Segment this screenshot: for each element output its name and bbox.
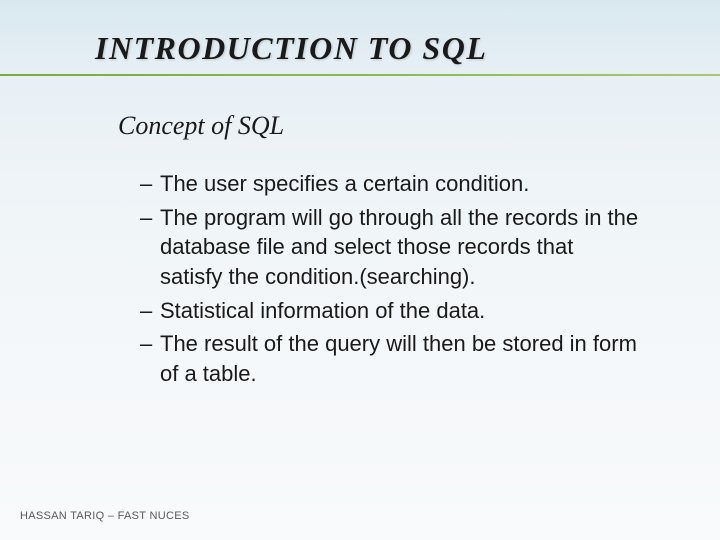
slide-subtitle: Concept of SQL <box>0 73 720 141</box>
list-item: Statistical information of the data. <box>140 296 640 326</box>
bullet-list: The user specifies a certain condition. … <box>0 141 720 389</box>
slide: INTRODUCTION TO SQL Concept of SQL The u… <box>0 0 720 540</box>
list-item: The user specifies a certain condition. <box>140 169 640 199</box>
slide-footer: HASSAN TARIQ – FAST NUCES <box>20 510 190 522</box>
slide-title: INTRODUCTION TO SQL <box>0 0 720 73</box>
list-item: The result of the query will then be sto… <box>140 329 640 388</box>
title-underline <box>0 74 720 76</box>
list-item: The program will go through all the reco… <box>140 203 640 292</box>
